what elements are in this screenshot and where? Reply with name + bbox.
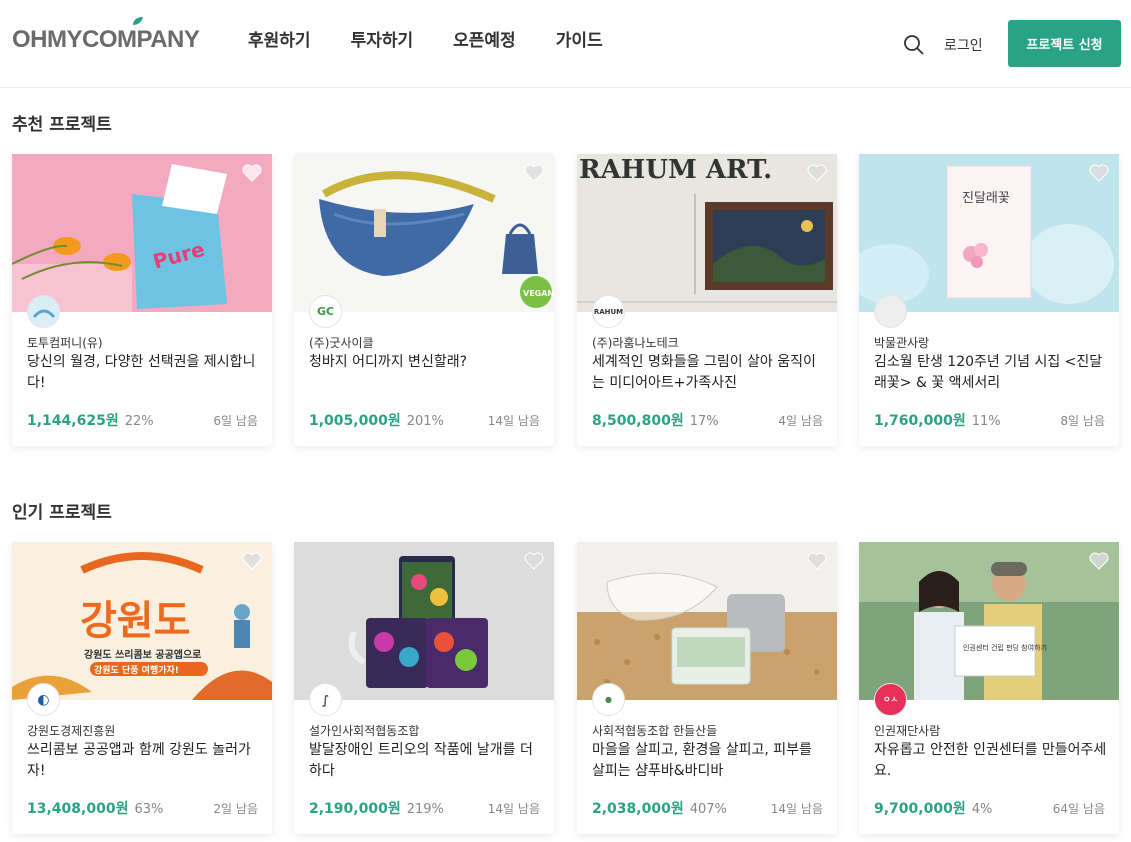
project-card[interactable]: 진달래꽃 박물관사랑 김소월 탄생 120주년 기념 시집 <진달래꽃> & 꽃… — [859, 154, 1119, 446]
days-left: 64일 남음 — [1052, 802, 1105, 816]
maker-name: 설가인사회적협동조합 — [309, 724, 420, 738]
maker-avatar: ● — [592, 683, 625, 716]
funding-percent: 407% — [689, 802, 727, 817]
maker-avatar — [874, 295, 907, 328]
funding-amount: 1,144,625원 22% — [27, 413, 154, 429]
funding-percent: 63% — [134, 802, 164, 817]
funding-amount: 9,700,000원 4% — [874, 801, 993, 817]
project-title[interactable]: 청바지 어디까지 변신할래? — [309, 352, 544, 373]
project-card[interactable]: VEGAN GC (주)굿사이클 청바지 어디까지 변신할래? 1,005,00… — [294, 154, 554, 446]
popular-grid: 강원도 강원도 쓰리콤보 공공앱으로 강원도 단풍 여행가자! ◐ 강원도경제진… — [12, 542, 1120, 834]
project-title[interactable]: 자유롭고 안전한 인권센터를 만들어주세요. — [874, 740, 1109, 782]
project-thumbnail: 강원도 강원도 쓰리콤보 공공앱으로 강원도 단풍 여행가자! — [12, 542, 272, 700]
nav-invest[interactable]: 투자하기 — [351, 28, 414, 54]
funding-percent: 17% — [689, 414, 719, 429]
project-thumbnail: VEGAN — [294, 154, 554, 312]
main-nav: 후원하기 투자하기 오픈예정 가이드 — [248, 28, 643, 54]
logo[interactable]: OHMYCOMPANY — [12, 17, 200, 56]
heart-icon[interactable] — [524, 552, 544, 570]
heart-icon[interactable] — [524, 164, 544, 182]
login-link[interactable]: 로그인 — [944, 35, 983, 55]
maker-name: 박물관사랑 — [874, 336, 930, 350]
svg-text:강원도 쓰리콤보 공공앱으로: 강원도 쓰리콤보 공공앱으로 — [84, 648, 201, 661]
funding-percent: 22% — [124, 414, 154, 429]
funding-amount: 1,005,000원 201% — [309, 413, 444, 429]
section-title-recommended: 추천 프로젝트 — [12, 115, 112, 135]
svg-text:강원도 단풍 여행가자!: 강원도 단풍 여행가자! — [94, 664, 179, 676]
maker-name: (주)라훔나노테크 — [592, 336, 679, 350]
days-left: 14일 남음 — [770, 802, 823, 816]
nav-guide[interactable]: 가이드 — [556, 28, 603, 54]
heart-icon[interactable] — [242, 164, 262, 182]
project-title[interactable]: 김소월 탄생 120주년 기념 시집 <진달래꽃> & 꽃 액세서리 — [874, 352, 1109, 394]
days-left: 8일 남음 — [1060, 414, 1105, 428]
maker-avatar: ㅇㅅ — [874, 683, 907, 716]
heart-icon[interactable] — [807, 552, 827, 570]
project-thumbnail: Pure — [12, 154, 272, 312]
funding-percent: 11% — [971, 414, 1001, 429]
days-left: 6일 남음 — [213, 414, 258, 428]
maker-name: (주)굿사이클 — [309, 336, 374, 350]
days-left: 2일 남음 — [213, 802, 258, 816]
heart-icon[interactable] — [242, 552, 262, 570]
project-card[interactable]: 인권센터 건립 펀딩 참여하기 ㅇㅅ 인권재단사람 자유롭고 안전한 인권센터를… — [859, 542, 1119, 834]
maker-avatar: ◐ — [27, 683, 60, 716]
project-card[interactable]: 강원도 강원도 쓰리콤보 공공앱으로 강원도 단풍 여행가자! ◐ 강원도경제진… — [12, 542, 272, 834]
maker-name: 강원도경제진흥원 — [27, 724, 116, 738]
apply-project-button[interactable]: 프로젝트 신청 — [1008, 20, 1121, 67]
heart-icon[interactable] — [807, 164, 827, 182]
maker-avatar — [27, 295, 60, 328]
svg-text:RAHUM ART.: RAHUM ART. — [579, 155, 772, 185]
svg-text:강원도: 강원도 — [80, 598, 190, 644]
funding-amount: 1,760,000원 11% — [874, 413, 1001, 429]
project-thumbnail: 진달래꽃 — [859, 154, 1119, 312]
svg-text:진달래꽃: 진달래꽃 — [962, 191, 1010, 206]
funding-amount: 13,408,000원 63% — [27, 801, 164, 817]
heart-icon[interactable] — [1089, 164, 1109, 182]
project-card[interactable]: ∫ 설가인사회적협동조합 발달장애인 트리오의 작품에 날개를 더하다 2,19… — [294, 542, 554, 834]
project-title[interactable]: 쓰리콤보 공공앱과 함께 강원도 놀러가자! — [27, 740, 262, 782]
header: OHMYCOMPANY 후원하기 투자하기 오픈예정 가이드 로그인 프로젝트 … — [0, 0, 1131, 88]
search-icon[interactable] — [903, 34, 925, 56]
funding-amount: 2,190,000원 219% — [309, 801, 444, 817]
funding-percent: 4% — [971, 802, 993, 817]
heart-icon[interactable] — [1089, 552, 1109, 570]
maker-name: 사회적협동조합 한들산들 — [592, 724, 718, 738]
section-title-popular: 인기 프로젝트 — [12, 503, 112, 523]
nav-upcoming[interactable]: 오픈예정 — [453, 28, 516, 54]
project-title[interactable]: 당신의 월경, 다양한 선택권을 제시합니다! — [27, 352, 262, 394]
leaf-icon — [133, 17, 143, 25]
funding-amount: 2,038,000원 407% — [592, 801, 727, 817]
project-thumbnail — [294, 542, 554, 700]
project-title[interactable]: 마을을 살피고, 환경을 살피고, 피부를 살피는 샴푸바&바디바 — [592, 740, 827, 782]
nav-support[interactable]: 후원하기 — [248, 28, 311, 54]
recommended-grid: Pure 토투컴퍼니(유) 당신의 월경, 다양한 선택권을 제시합니다! 1,… — [12, 154, 1120, 446]
days-left: 4일 남음 — [778, 414, 823, 428]
funding-amount: 8,500,800원 17% — [592, 413, 719, 429]
project-title[interactable]: 발달장애인 트리오의 작품에 날개를 더하다 — [309, 740, 544, 782]
project-card[interactable]: ● 사회적협동조합 한들산들 마을을 살피고, 환경을 살피고, 피부를 살피는… — [577, 542, 837, 834]
funding-percent: 219% — [406, 802, 444, 817]
maker-avatar: ∫ — [309, 683, 342, 716]
days-left: 14일 남음 — [487, 414, 540, 428]
project-title[interactable]: 세계적인 명화들을 그림이 살아 움직이는 미디어아트+가족사진 — [592, 352, 827, 394]
funding-percent: 201% — [406, 414, 444, 429]
project-thumbnail — [577, 542, 837, 700]
svg-text:인권센터 건립 펀딩 참여하기: 인권센터 건립 펀딩 참여하기 — [963, 643, 1047, 652]
maker-avatar: RAHUM — [592, 295, 625, 328]
svg-text:VEGAN: VEGAN — [523, 289, 554, 298]
project-card[interactable]: Pure 토투컴퍼니(유) 당신의 월경, 다양한 선택권을 제시합니다! 1,… — [12, 154, 272, 446]
project-card[interactable]: RAHUM ART. RAHUM (주)라훔나노테크 세계적인 명화들을 그림이… — [577, 154, 837, 446]
days-left: 14일 남음 — [487, 802, 540, 816]
maker-avatar: GC — [309, 295, 342, 328]
maker-name: 토투컴퍼니(유) — [27, 336, 103, 350]
project-thumbnail: 인권센터 건립 펀딩 참여하기 — [859, 542, 1119, 700]
maker-name: 인권재단사람 — [874, 724, 941, 738]
project-thumbnail: RAHUM ART. — [577, 154, 837, 312]
